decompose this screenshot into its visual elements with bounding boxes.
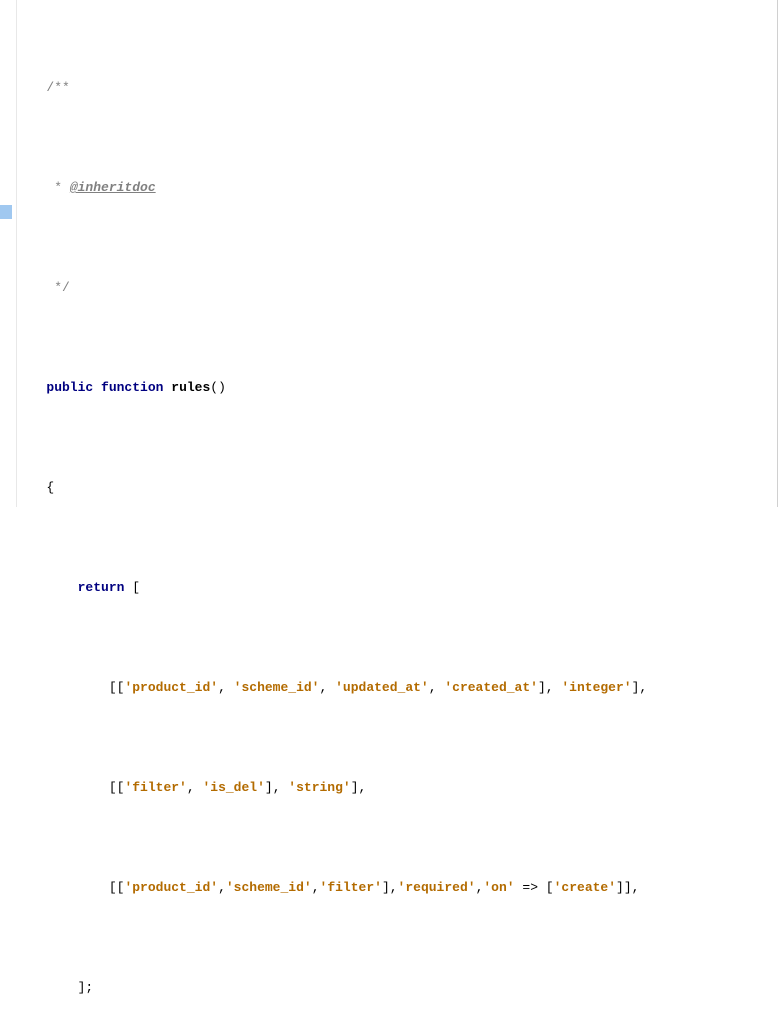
string: 'required'	[398, 880, 476, 895]
string: 'create'	[554, 880, 616, 895]
string: 'created_at'	[444, 680, 538, 695]
code-area[interactable]: /** * @inheritdoc */ public function rul…	[17, 0, 647, 1014]
code-line: [['product_id','scheme_id','filter'],'re…	[23, 875, 647, 900]
gutter	[0, 0, 17, 507]
bracket: [[	[109, 680, 125, 695]
function-name: rules	[171, 380, 210, 395]
code-editor[interactable]: /** * @inheritdoc */ public function rul…	[0, 0, 778, 507]
string: 'is_del'	[202, 780, 264, 795]
bracket: [	[124, 580, 140, 595]
gutter-marker	[0, 205, 12, 219]
code-line: [['product_id', 'scheme_id', 'updated_at…	[23, 675, 647, 700]
code-line: public function rules()	[23, 375, 647, 400]
string: 'filter'	[124, 780, 186, 795]
code-line: {	[23, 475, 647, 500]
string: 'scheme_id'	[226, 880, 312, 895]
code-line: ];	[23, 975, 647, 1000]
keyword-return: return	[78, 580, 125, 595]
keyword-public: public	[46, 380, 93, 395]
keyword-function: function	[101, 380, 163, 395]
paren: ()	[210, 380, 226, 395]
doc-comment: /**	[46, 80, 69, 95]
code-line: * @inheritdoc	[23, 175, 647, 200]
string: 'string'	[288, 780, 350, 795]
doc-tag: @inheritdoc	[70, 180, 156, 195]
string: 'filter'	[320, 880, 382, 895]
string: 'product_id'	[124, 680, 218, 695]
bracket: [[	[109, 880, 125, 895]
code-line: [['filter', 'is_del'], 'string'],	[23, 775, 647, 800]
string: 'on'	[483, 880, 514, 895]
brace: {	[46, 480, 54, 495]
doc-comment: *	[46, 180, 69, 195]
string: 'scheme_id'	[234, 680, 320, 695]
string: 'product_id'	[124, 880, 218, 895]
string: 'integer'	[561, 680, 631, 695]
bracket: [[	[109, 780, 125, 795]
doc-comment: */	[46, 280, 69, 295]
bracket: ];	[78, 980, 94, 995]
code-line: /**	[23, 75, 647, 100]
string: 'updated_at'	[335, 680, 429, 695]
code-line: */	[23, 275, 647, 300]
code-line: return [	[23, 575, 647, 600]
